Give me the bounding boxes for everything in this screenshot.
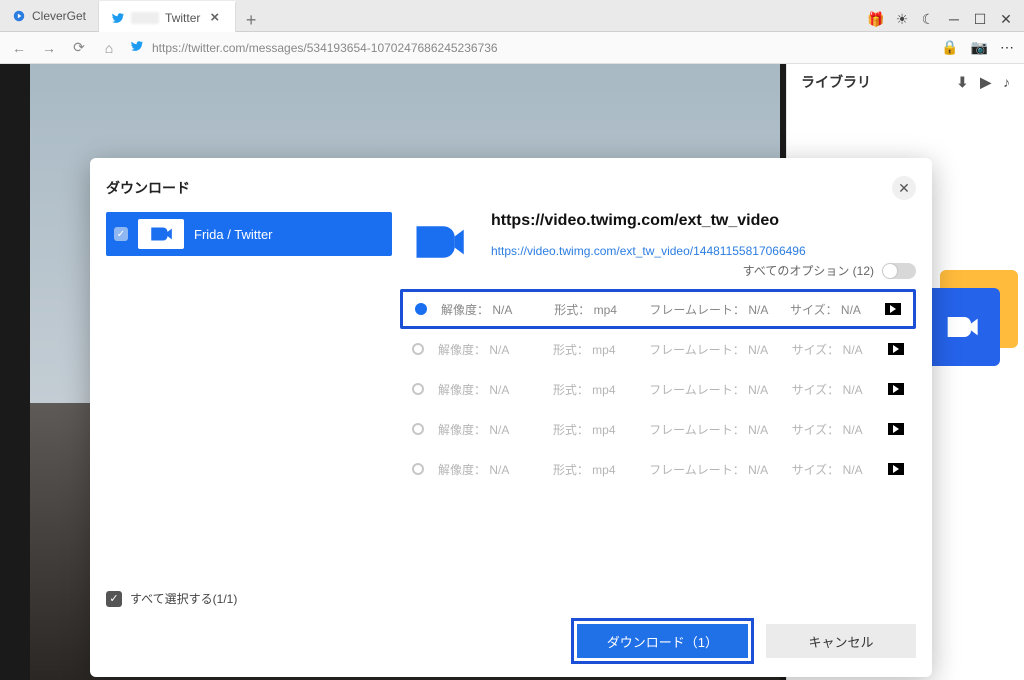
- twitter-icon: [130, 39, 144, 56]
- home-icon[interactable]: ⌂: [100, 39, 118, 57]
- app-logo: [400, 212, 477, 272]
- content-area: ライブラリ ⬇ ▶ ♪ ダウンロード ✕: [0, 64, 1024, 680]
- twitter-icon: [111, 11, 125, 25]
- url-bar[interactable]: https://twitter.com/messages/534193654-1…: [130, 39, 929, 56]
- url-text: https://twitter.com/messages/534193654-1…: [152, 41, 498, 55]
- dialog-title: ダウンロード: [106, 178, 190, 198]
- options-panel: https://video.twimg.com/ext_tw_video htt…: [400, 212, 916, 611]
- tab-bar: CleverGet Twitter × + 🎁 ☀ ☾ ─ ☐ ✕: [0, 0, 1024, 32]
- new-tab-button[interactable]: +: [236, 10, 266, 31]
- video-url-link[interactable]: https://video.twimg.com/ext_tw_video/144…: [491, 244, 916, 258]
- download-dialog: ダウンロード ✕ ✓ Frida / Twitter ✓ すべて選択する: [90, 158, 932, 677]
- radio-icon: [415, 303, 427, 315]
- tab-label: CleverGet: [32, 9, 86, 23]
- video-url-title: https://video.twimg.com/ext_tw_video: [491, 212, 916, 230]
- format-option[interactable]: 解像度： N/A 形式： mp4 フレームレート： N/A サイズ： N/A: [400, 289, 916, 329]
- close-icon[interactable]: ×: [206, 9, 223, 26]
- tab-label: Twitter: [165, 11, 200, 25]
- radio-icon: [412, 343, 424, 355]
- check-icon: ✓: [114, 227, 128, 241]
- thumbnail-card[interactable]: [922, 270, 1018, 366]
- format-option[interactable]: 解像度： N/A 形式： mp4 フレームレート： N/A サイズ： N/A: [400, 409, 916, 449]
- select-all[interactable]: ✓ すべて選択する(1/1): [106, 586, 392, 611]
- tab-twitter[interactable]: Twitter ×: [99, 1, 236, 32]
- audio-icon[interactable]: ♪: [1003, 74, 1010, 91]
- blurred-text: [131, 12, 159, 24]
- back-icon[interactable]: ←: [10, 39, 28, 57]
- lock-icon[interactable]: 🔒: [941, 39, 958, 56]
- cleverget-icon: [12, 9, 26, 23]
- radio-icon: [412, 463, 424, 475]
- camera-icon[interactable]: 📷: [971, 39, 988, 56]
- play-icon[interactable]: [888, 423, 904, 435]
- tab-cleverget[interactable]: CleverGet: [0, 1, 99, 31]
- download-button-highlight: ダウンロード（1）: [571, 618, 754, 664]
- download-icon[interactable]: ⬇: [956, 74, 968, 91]
- radio-icon: [412, 423, 424, 435]
- nav-bar: ← → ⟳ ⌂ https://twitter.com/messages/534…: [0, 32, 1024, 64]
- cancel-button[interactable]: キャンセル: [766, 624, 916, 658]
- sun-icon[interactable]: ☀: [890, 7, 914, 31]
- play-icon[interactable]: [888, 383, 904, 395]
- check-icon: ✓: [106, 591, 122, 607]
- format-option[interactable]: 解像度： N/A 形式： mp4 フレームレート： N/A サイズ： N/A: [400, 449, 916, 489]
- radio-icon: [412, 383, 424, 395]
- play-icon[interactable]: [888, 343, 904, 355]
- more-icon[interactable]: ⋯: [1000, 39, 1014, 56]
- source-item[interactable]: ✓ Frida / Twitter: [106, 212, 392, 256]
- video-icon[interactable]: ▶: [980, 74, 991, 91]
- close-button[interactable]: ✕: [994, 7, 1018, 31]
- select-all-label: すべて選択する(1/1): [130, 590, 237, 607]
- all-options-label: すべてのオプション (12): [743, 262, 874, 279]
- source-panel: ✓ Frida / Twitter ✓ すべて選択する(1/1): [106, 212, 392, 611]
- download-button[interactable]: ダウンロード（1）: [577, 624, 748, 658]
- format-option[interactable]: 解像度： N/A 形式： mp4 フレームレート： N/A サイズ： N/A: [400, 329, 916, 369]
- play-icon[interactable]: [888, 463, 904, 475]
- options-toggle[interactable]: [882, 263, 916, 279]
- source-label: Frida / Twitter: [194, 227, 273, 242]
- format-options-list: 解像度： N/A 形式： mp4 フレームレート： N/A サイズ： N/A 解…: [400, 289, 916, 489]
- sidebar-title: ライブラリ: [801, 72, 871, 92]
- gift-icon[interactable]: 🎁: [864, 7, 888, 31]
- source-thumb: [138, 219, 184, 249]
- forward-icon[interactable]: →: [40, 39, 58, 57]
- maximize-button[interactable]: ☐: [968, 7, 992, 31]
- format-option[interactable]: 解像度： N/A 形式： mp4 フレームレート： N/A サイズ： N/A: [400, 369, 916, 409]
- minimize-button[interactable]: ─: [942, 7, 966, 31]
- dialog-close-button[interactable]: ✕: [892, 176, 916, 200]
- moon-icon[interactable]: ☾: [916, 7, 940, 31]
- play-icon[interactable]: [885, 303, 901, 315]
- reload-icon[interactable]: ⟳: [70, 39, 88, 57]
